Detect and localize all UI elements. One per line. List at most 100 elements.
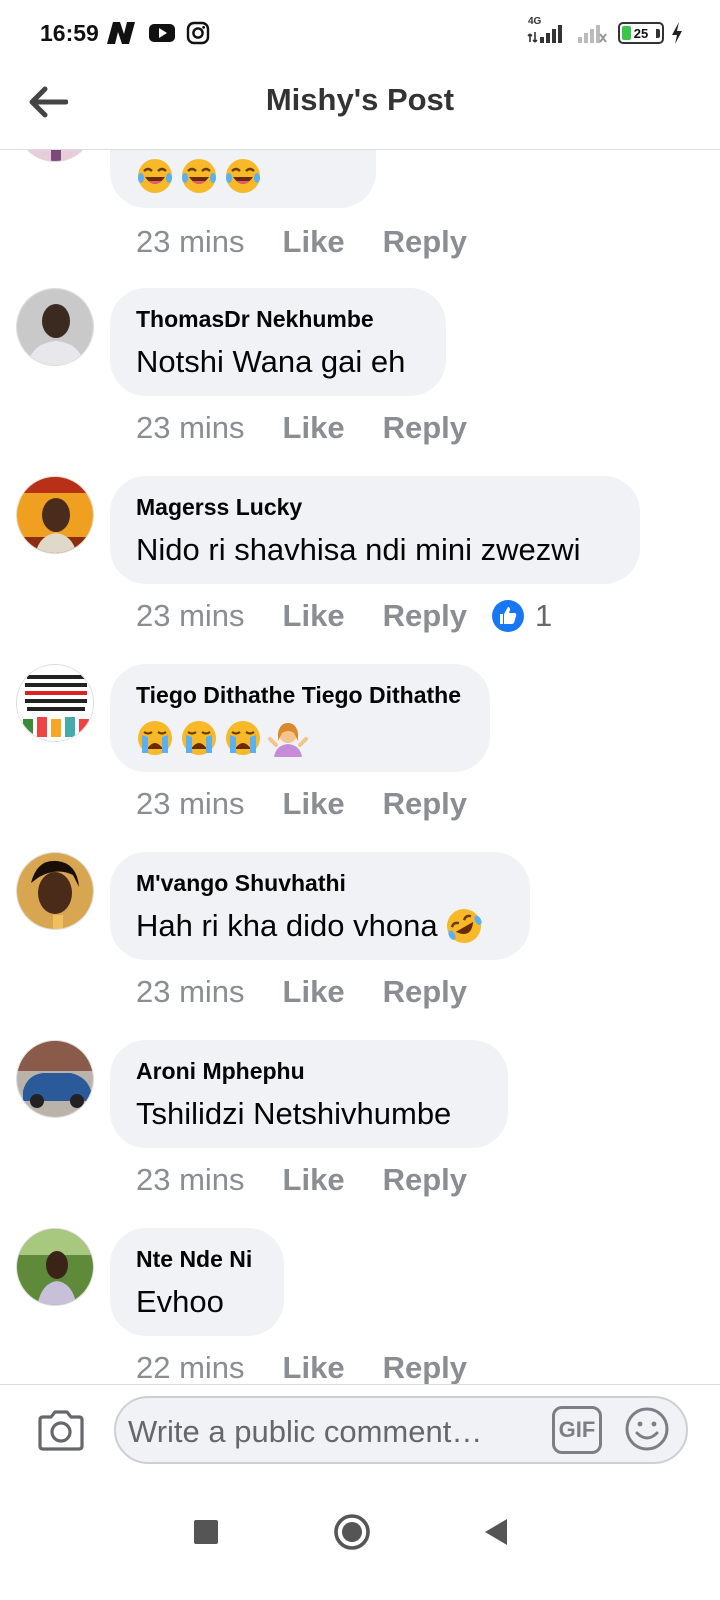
like-button[interactable]: Like — [283, 410, 345, 446]
comment-actions: 23 mins Like Reply 1 — [136, 594, 552, 638]
comment-text: Nido ri shavhisa ndi mini zwezwi — [136, 532, 581, 567]
status-notification-icons — [104, 20, 210, 46]
comment-bubble[interactable] — [110, 150, 376, 208]
reply-button[interactable]: Reply — [383, 224, 467, 260]
youtube-icon — [148, 20, 176, 46]
comment-actions: 23 mins Like Reply — [136, 406, 467, 450]
avatar[interactable] — [16, 664, 94, 742]
triangle-back-icon — [485, 1519, 507, 1545]
comment-time: 23 mins — [136, 786, 245, 821]
comment-actions: 23 mins Like Reply — [136, 970, 467, 1014]
status-time: 16:59 — [40, 20, 99, 46]
comments-list[interactable]: 23 mins Like Reply ThomasDr Nekhumbe Not… — [0, 150, 720, 1384]
reply-button[interactable]: Reply — [383, 1350, 467, 1384]
comment-item: Nte Nde Ni Evhoo 22 mins Like Reply — [0, 1228, 720, 1384]
comment-time: 23 mins — [136, 598, 245, 633]
like-button[interactable]: Like — [283, 786, 345, 822]
signal-4g-icon: 4G — [526, 16, 566, 46]
camera-button[interactable] — [34, 1403, 88, 1457]
comment-time: 23 mins — [136, 1162, 245, 1197]
like-button[interactable]: Like — [283, 974, 345, 1010]
laughing-tears-emoji-icon — [182, 159, 216, 193]
camera-icon — [38, 1410, 84, 1451]
comment-input[interactable] — [128, 1410, 548, 1454]
avatar[interactable] — [16, 852, 94, 930]
smiley-icon — [625, 1407, 669, 1451]
crying-emoji-icon — [182, 721, 216, 755]
comment-bubble[interactable]: Tiego Dithathe Tiego Dithathe — [110, 664, 490, 772]
arrow-left-icon — [29, 86, 68, 118]
avatar[interactable] — [16, 150, 94, 162]
instagram-icon — [186, 20, 210, 46]
comment-text-row: Hah ri kha dido vhona — [136, 904, 504, 948]
reaction-summary[interactable]: 1 — [491, 598, 552, 634]
charging-bolt-icon — [670, 20, 684, 46]
comment-time: 23 mins — [136, 224, 245, 259]
woman-shrugging-emoji-icon — [268, 723, 308, 757]
post-header: Mishy's Post — [0, 66, 720, 150]
avatar[interactable] — [16, 476, 94, 554]
like-button[interactable]: Like — [283, 1350, 345, 1384]
status-system-icons: 4G 25 — [526, 16, 684, 46]
reaction-count: 1 — [535, 598, 553, 633]
comment-item: Aroni Mphephu Tshilidzi Netshivhumbe 23 … — [0, 1040, 720, 1228]
comment-actions: 23 mins Like Reply — [136, 1158, 467, 1202]
reply-button[interactable]: Reply — [383, 974, 467, 1010]
comment-emojis — [136, 716, 464, 760]
comment-text: Evhoo — [136, 1284, 224, 1319]
laughing-tears-emoji-icon — [226, 159, 260, 193]
like-button[interactable]: Like — [283, 598, 345, 634]
comment-author[interactable]: Magerss Lucky — [136, 492, 614, 522]
comment-author[interactable]: Tiego Dithathe Tiego Dithathe — [136, 680, 464, 710]
reply-button[interactable]: Reply — [383, 1162, 467, 1198]
comment-actions: 23 mins Like Reply — [136, 782, 467, 826]
comment-item: Tiego Dithathe Tiego Dithathe 23 mins Li… — [0, 664, 720, 852]
reply-button[interactable]: Reply — [383, 410, 467, 446]
comment-actions: 22 mins Like Reply — [136, 1346, 467, 1384]
comment-bubble[interactable]: Magerss Lucky Nido ri shavhisa ndi mini … — [110, 476, 640, 584]
avatar[interactable] — [16, 1040, 94, 1118]
reply-button[interactable]: Reply — [383, 786, 467, 822]
like-button[interactable]: Like — [283, 1162, 345, 1198]
network-type-label: 4G — [528, 16, 542, 27]
comment-bubble[interactable]: Aroni Mphephu Tshilidzi Netshivhumbe — [110, 1040, 508, 1148]
circle-icon — [334, 1514, 370, 1550]
comment-author[interactable]: Aroni Mphephu — [136, 1056, 482, 1086]
comment-item: M'vango Shuvhathi Hah ri kha dido vhona … — [0, 852, 720, 1040]
crying-emoji-icon — [138, 721, 172, 755]
comment-item: 23 mins Like Reply — [0, 150, 720, 272]
comment-time: 23 mins — [136, 974, 245, 1009]
comment-input-wrapper: GIF — [114, 1396, 688, 1464]
gif-button[interactable]: GIF — [552, 1406, 602, 1454]
comment-time: 23 mins — [136, 410, 245, 445]
laughing-tears-emoji-icon — [138, 159, 172, 193]
reply-button[interactable]: Reply — [383, 598, 467, 634]
comment-author[interactable]: ThomasDr Nekhumbe — [136, 304, 420, 334]
comment-bubble[interactable]: Nte Nde Ni Evhoo — [110, 1228, 284, 1336]
comment-text: Notshi Wana gai eh — [136, 344, 406, 379]
home-button[interactable] — [322, 1502, 382, 1562]
rolling-laughing-emoji-icon — [446, 909, 482, 943]
comment-composer: GIF — [0, 1384, 720, 1474]
comment-bubble[interactable]: M'vango Shuvhathi Hah ri kha dido vhona — [110, 852, 530, 960]
back-nav-button[interactable] — [466, 1502, 526, 1562]
comment-emojis — [136, 154, 350, 198]
square-icon — [194, 1520, 218, 1544]
comment-text: Tshilidzi Netshivhumbe — [136, 1096, 452, 1131]
comment-item: ThomasDr Nekhumbe Notshi Wana gai eh 23 … — [0, 288, 720, 476]
battery-icon: 25 — [618, 20, 664, 46]
like-button[interactable]: Like — [283, 224, 345, 260]
comment-author[interactable]: Nte Nde Ni — [136, 1244, 258, 1274]
emoji-button[interactable] — [622, 1404, 672, 1454]
recent-apps-button[interactable] — [176, 1502, 236, 1562]
comment-bubble[interactable]: ThomasDr Nekhumbe Notshi Wana gai eh — [110, 288, 446, 396]
comment-text: Hah ri kha dido vhona — [136, 908, 438, 943]
like-reaction-icon — [492, 600, 524, 632]
battery-percent: 25 — [633, 25, 649, 41]
status-bar: 16:59 4G 25 — [0, 0, 720, 66]
avatar[interactable] — [16, 1228, 94, 1306]
back-button[interactable] — [24, 78, 72, 126]
comment-author[interactable]: M'vango Shuvhathi — [136, 868, 504, 898]
avatar[interactable] — [16, 288, 94, 366]
comment-actions: 23 mins Like Reply — [136, 220, 467, 264]
